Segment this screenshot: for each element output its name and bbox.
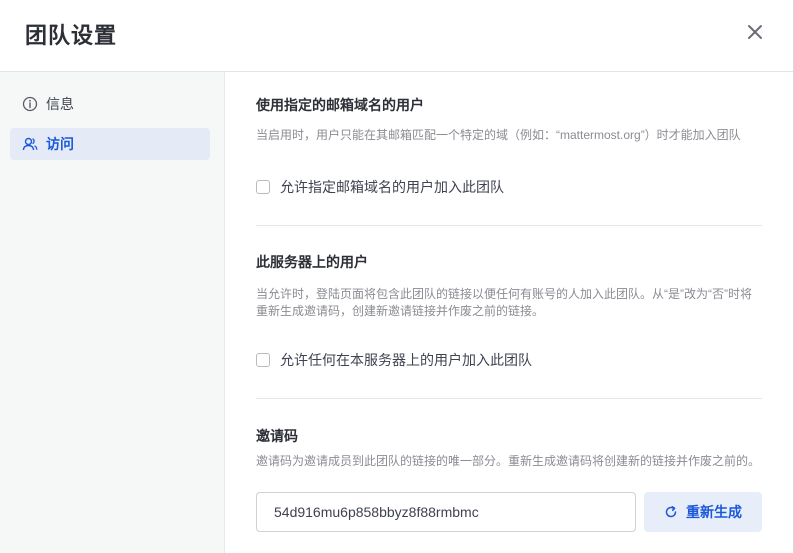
invite-code-input[interactable] [256, 492, 636, 532]
invite-code-description: 邀请码为邀请成员到此团队的链接的唯一部分。重新生成邀请码将创建新的链接并作废之前… [256, 454, 761, 468]
email-domain-checkbox[interactable] [256, 180, 270, 194]
server-users-section-title: 此服务器上的用户 [256, 254, 368, 270]
divider [256, 225, 762, 226]
server-users-checkbox[interactable] [256, 353, 270, 367]
refresh-icon [664, 505, 678, 519]
info-icon [22, 96, 38, 112]
close-icon[interactable] [743, 20, 767, 44]
email-domain-checkbox-row[interactable]: 允许指定邮箱域名的用户加入此团队 [256, 177, 504, 197]
server-users-description-line1: 当允许时，登陆页面将包含此团队的链接以便任何有账号的人加入此团队。从“是”改为“… [256, 287, 752, 301]
modal-header: 团队设置 [0, 0, 793, 72]
sidebar-item-label: 信息 [46, 96, 74, 112]
regenerate-button[interactable]: 重新生成 [644, 492, 762, 532]
users-icon [22, 136, 38, 152]
sidebar-item-label: 访问 [46, 136, 74, 152]
email-domain-checkbox-label: 允许指定邮箱域名的用户加入此团队 [280, 179, 504, 195]
divider [256, 398, 762, 399]
invite-code-section-title: 邀请码 [256, 428, 298, 444]
modal-title: 团队设置 [25, 23, 118, 48]
sidebar-item-access[interactable]: 访问 [10, 128, 210, 160]
team-settings-modal: 团队设置 信息 访问 使用指定的邮箱域名的用户 当启用时，用户只能在其邮箱匹配一… [0, 0, 794, 553]
email-domain-description: 当启用时，用户只能在其邮箱匹配一个特定的域（例如：“mattermost.org… [256, 128, 741, 142]
server-users-checkbox-row[interactable]: 允许任何在本服务器上的用户加入此团队 [256, 350, 532, 370]
settings-sidebar: 信息 访问 [0, 72, 225, 553]
server-users-description-line2: 重新生成邀请码，创建新邀请链接并作废之前的链接。 [256, 304, 545, 318]
email-domain-section-title: 使用指定的邮箱域名的用户 [256, 97, 424, 113]
regenerate-button-label: 重新生成 [686, 504, 742, 520]
sidebar-item-info[interactable]: 信息 [10, 88, 210, 120]
server-users-checkbox-label: 允许任何在本服务器上的用户加入此团队 [280, 352, 532, 368]
